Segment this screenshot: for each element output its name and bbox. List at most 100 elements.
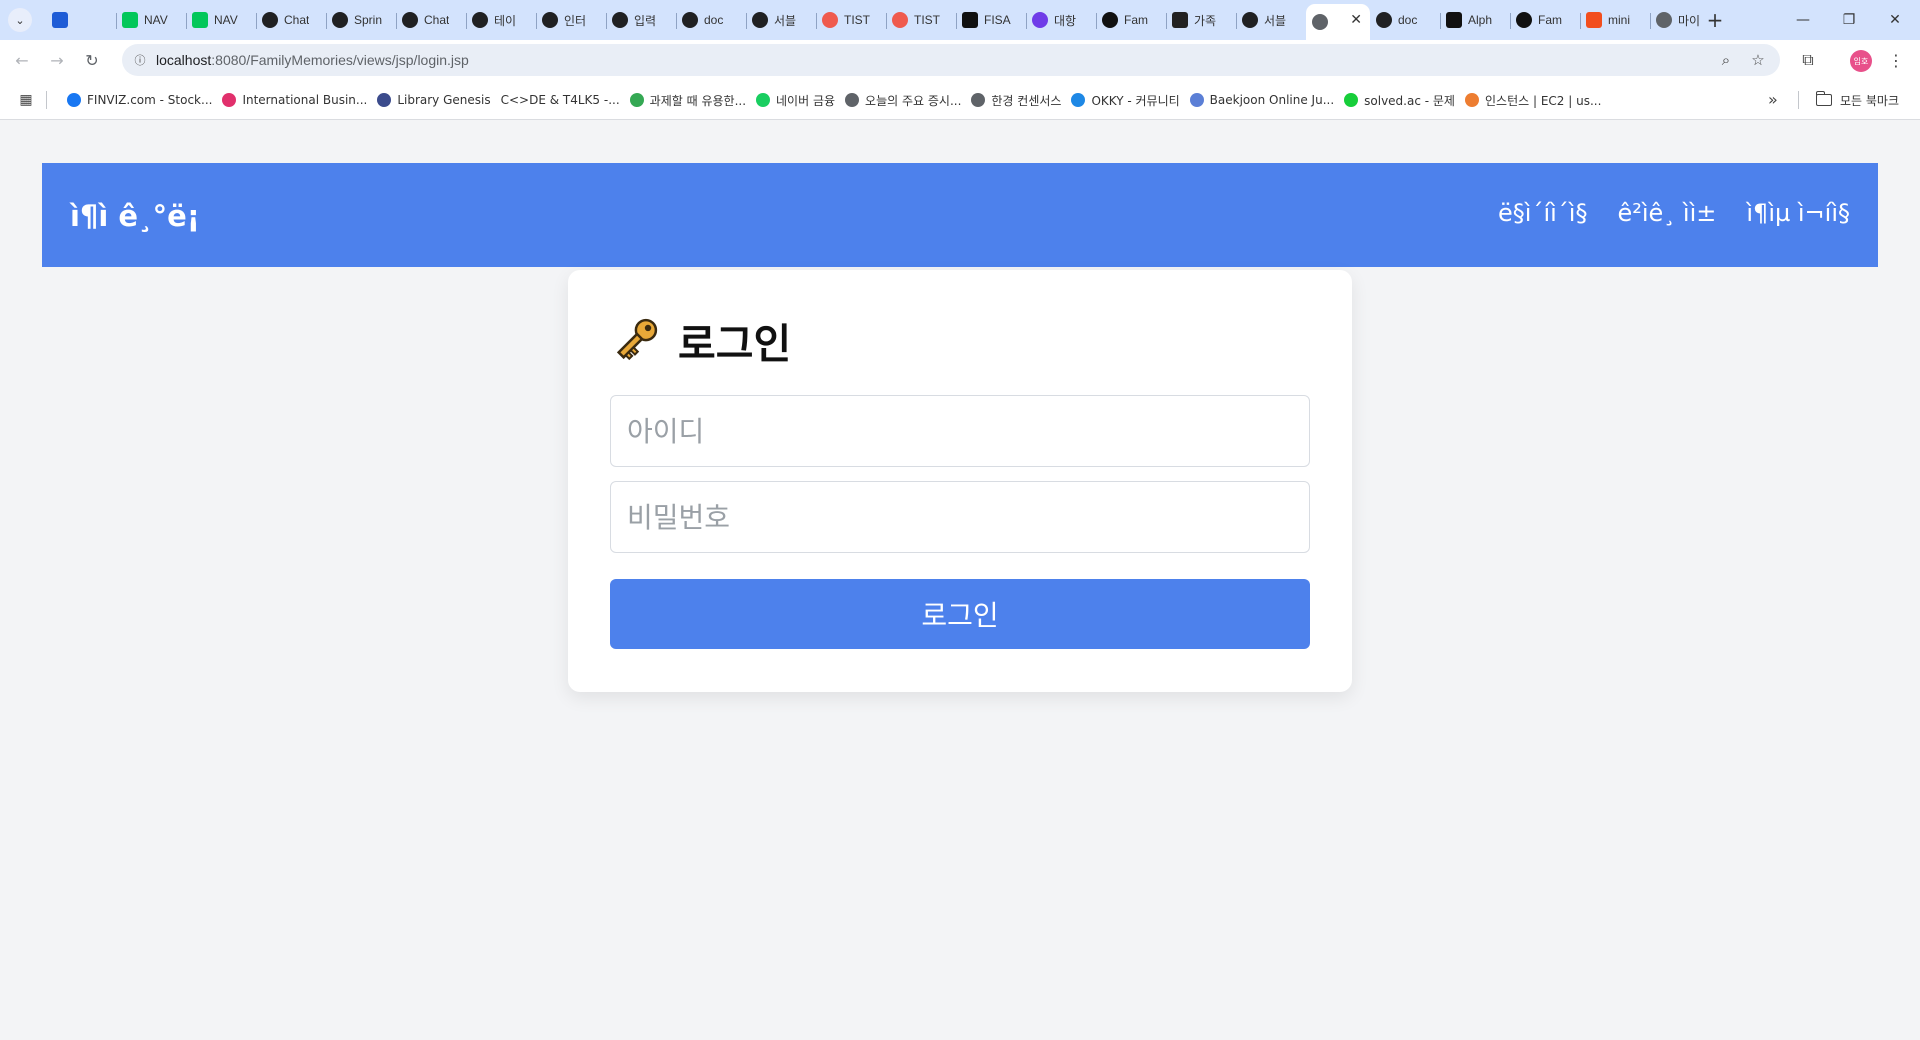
tab-label: doc [704,13,724,27]
site-info-icon[interactable]: ⓘ [130,50,150,70]
bookmark-item[interactable]: International Busin... [217,88,372,112]
key-icon [616,318,658,361]
bookmark-item[interactable]: C<>DE & T4LK5 -... [496,88,625,112]
bookmark-item[interactable]: Library Genesis [372,88,495,112]
tab[interactable]: 서블 [746,4,816,36]
tab-label: Fam [1538,13,1562,27]
bookmark-item[interactable]: 한경 컨센서스 [966,88,1066,112]
bookmark-item[interactable]: 네이버 금융 [751,88,840,112]
tab-label: NAV [214,13,238,27]
new-tab-button[interactable]: + [1703,8,1727,32]
notion-icon [1446,12,1462,28]
close-window-button[interactable]: ✕ [1872,0,1918,40]
tab-label: 인터 [564,13,587,28]
okky-icon [1071,93,1086,107]
tab[interactable]: Chat [256,4,326,36]
url-text[interactable]: localhost:8080/FamilyMemories/views/jsp/… [156,52,469,68]
openai-icon [472,12,488,28]
all-bookmarks-button[interactable]: 모든 북마크 [1815,88,1899,112]
tab-label: Chat [284,13,310,27]
bookmark-label: 한경 컨센서스 [991,93,1062,108]
openai-icon [1242,12,1258,28]
tab-label: FISA [984,13,1011,27]
tab-label: TIST [844,13,870,27]
bookmark-item[interactable]: 과제할 때 유용한... [625,88,751,112]
bookmark-item[interactable]: 오늘의 주요 증시... [840,88,966,112]
tab-search-chevron-icon[interactable]: ⌄ [8,8,32,32]
tab[interactable]: 테이 [466,4,536,36]
tab[interactable]: 가족 [1166,4,1236,36]
tab[interactable]: Chat [396,4,466,36]
figma-icon [1586,12,1602,28]
nav-link-mypage[interactable]: ë§ì´íì´ì§ [1498,199,1587,227]
profile-avatar[interactable]: 임호 [1850,50,1872,72]
tab[interactable] [46,4,116,36]
more-bookmarks-chevron-icon[interactable]: » [1768,90,1778,109]
tab-strip: ⌄ NAV NAV Chat Sprin Chat 테이 인터 입력 doc 서블 TIST TIST… [0,0,1920,40]
tab[interactable]: Sprin [326,4,396,36]
globe-icon [845,93,860,107]
address-bar[interactable]: ⓘ localhost:8080/FamilyMemories/views/js… [122,44,1780,76]
tab[interactable]: FISA [956,4,1026,36]
apps-grid-icon[interactable]: ▦ [16,90,36,110]
reload-button[interactable]: ↻ [80,48,104,72]
bookmark-label: 오늘의 주요 증시... [865,93,962,108]
tab[interactable]: 서블 [1236,4,1306,36]
tab-label: Sprin [354,13,383,27]
tab[interactable]: 입력 [606,4,676,36]
tab[interactable]: 인터 [536,4,606,36]
password-input[interactable] [610,481,1310,553]
tab[interactable]: mini [1580,4,1650,36]
tab[interactable]: 대항 [1026,4,1096,36]
tab[interactable]: NAV [116,4,186,36]
tab[interactable]: Alph [1440,4,1510,36]
tab[interactable]: TIST [816,4,886,36]
globe-icon [1312,14,1328,30]
bookmark-item[interactable]: FINVIZ.com - Stock... [62,88,217,112]
forward-button[interactable]: → [45,48,69,72]
bookmark-list: FINVIZ.com - Stock... International Busin… [62,88,1606,112]
login-button[interactable]: 로그인 [610,579,1310,649]
bookmark-item[interactable]: OKKY - 커뮤니티 [1066,88,1184,112]
tab-label: TIST [914,13,940,27]
bookmark-item[interactable]: solved.ac - 문제 [1339,88,1460,112]
vivaldi-icon [52,12,68,28]
site-brand[interactable]: ì¶ì ê¸°ë¡ [70,199,200,233]
pay-icon [756,93,771,107]
tab-label: Chat [424,13,450,27]
github-icon [1516,12,1532,28]
naver-icon [192,12,208,28]
tab-active[interactable]: ✕ [1306,4,1370,40]
nav-link-gallery[interactable]: ì¶ìµ ì¬íì§ [1746,199,1850,227]
tab[interactable]: NAV [186,4,256,36]
tab-list: NAV NAV Chat Sprin Chat 테이 인터 입력 doc 서블 TIST TIST FI… [46,4,1720,40]
bookmark-item[interactable]: Baekjoon Online Ju... [1185,88,1339,112]
site-header: ì¶ì ê¸°ë¡ ë§ì´íì´ì§ ê²ìê¸ ìì± ì¶ìµ ì¬íì§ [42,163,1878,267]
openai-icon [612,12,628,28]
bulb-icon [629,93,644,107]
tab[interactable]: Fam [1510,4,1580,36]
bookmark-item[interactable]: 인스턴스 | EC2 | us... [1460,88,1606,112]
url-path: :8080/FamilyMemories/views/jsp/login.jsp [211,52,469,68]
restore-button[interactable]: ❐ [1826,0,1872,40]
tab-label: 테이 [494,13,517,28]
nbc-icon [222,93,237,107]
tab-close-icon[interactable]: ✕ [1350,12,1362,28]
bookmark-star-icon[interactable]: ☆ [1748,50,1768,70]
username-input[interactable] [610,395,1310,467]
tab[interactable]: Fam [1096,4,1166,36]
minimize-button[interactable]: — [1780,0,1826,40]
nav-link-write-post[interactable]: ê²ìê¸ ìì± [1617,199,1716,227]
naver-icon [122,12,138,28]
zoom-icon[interactable]: ⌕ [1716,50,1736,70]
back-button[interactable]: ← [10,48,34,72]
menu-kebab-icon[interactable]: ⋮ [1884,48,1908,72]
tab[interactable]: doc [676,4,746,36]
openai-icon [402,12,418,28]
tab[interactable]: TIST [886,4,956,36]
purple-app-icon [1032,12,1048,28]
code-icon [1189,93,1204,107]
extensions-icon[interactable]: ⧉ [1796,48,1820,72]
bookmark-label: C<>DE & T4LK5 -... [500,93,620,107]
tab[interactable]: doc [1370,4,1440,36]
